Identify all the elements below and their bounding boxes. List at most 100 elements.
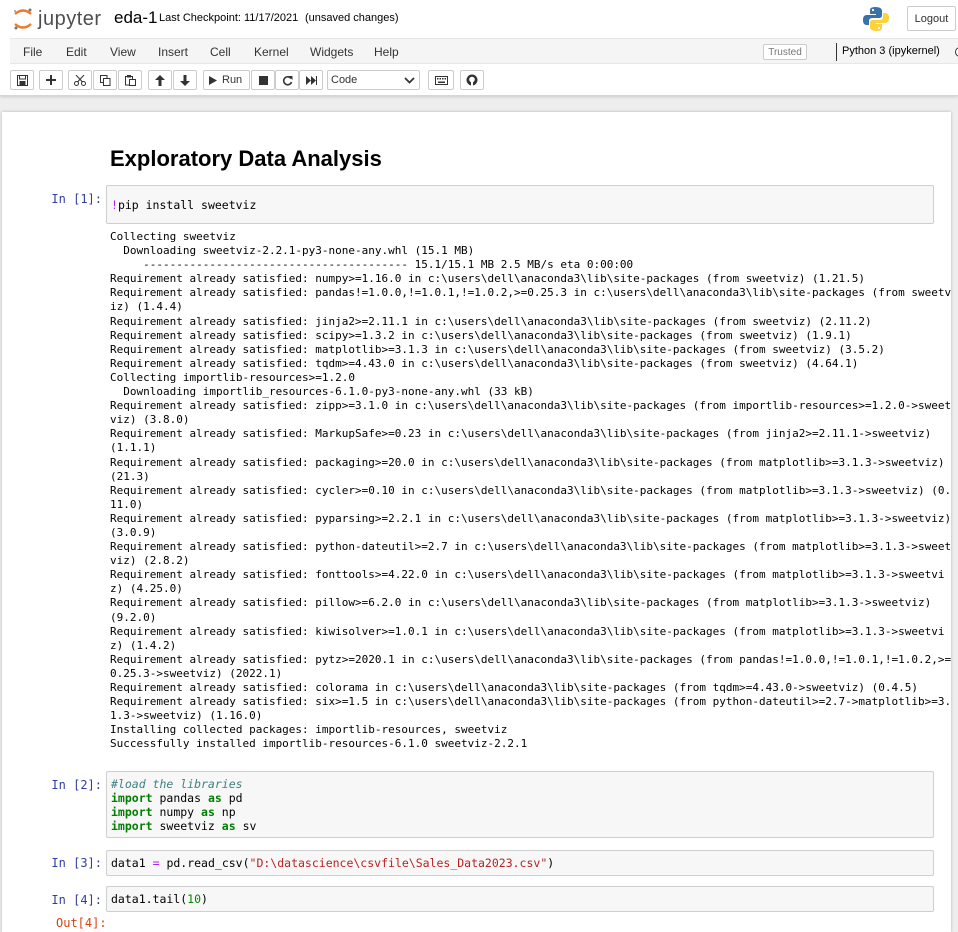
menu-file[interactable]: File (23, 45, 42, 59)
keyboard-icon (434, 75, 448, 85)
menu-widgets[interactable]: Widgets (310, 45, 353, 59)
output-line: Requirement already satisfied: pytz>=202… (110, 652, 952, 666)
cut-button[interactable] (68, 70, 92, 90)
menubar: File Edit View Insert Cell Kernel Widget… (10, 38, 958, 64)
insert-cell-button[interactable] (39, 70, 63, 90)
code-cell-3[interactable]: data1 = pd.read_csv("D:\datascience\csvf… (106, 850, 934, 876)
output-line: Requirement already satisfied: packaging… (110, 455, 945, 469)
output-line: 11.0) (110, 497, 144, 511)
code-cell-2[interactable]: #load the libraries import pandas as pd … (106, 771, 934, 838)
code-cell-4[interactable]: data1.tail(10) (106, 886, 934, 912)
notebook-container: Exploratory Data Analysis In [1]: !pip i… (0, 110, 958, 932)
move-down-button[interactable] (173, 70, 197, 90)
output-line: Collecting sweetviz (110, 230, 236, 243)
interrupt-button[interactable] (251, 70, 275, 90)
jupyter-wordmark: jupyter (38, 7, 102, 30)
output-line: Requirement already satisfied: fonttools… (110, 568, 945, 582)
output-line: Requirement already satisfied: scipy>=1.… (110, 328, 852, 342)
run-button[interactable]: Run (203, 70, 250, 90)
run-label: Run (222, 74, 243, 86)
restart-button[interactable] (275, 70, 299, 90)
output-line: Requirement already satisfied: six>=1.5 … (110, 695, 952, 709)
cell-type-value: Code (331, 74, 358, 86)
input-prompt-4: In [4]: (51, 893, 102, 907)
output-prompt-4: Out[4]: (56, 916, 107, 930)
logout-button[interactable]: Logout (907, 6, 956, 31)
output-line: Requirement already satisfied: cycler>=0… (110, 483, 952, 497)
code-line-import-sweetviz: import sweetviz as sv (111, 819, 257, 833)
menu-cell[interactable]: Cell (210, 45, 231, 59)
output-line: Requirement already satisfied: MarkupSaf… (110, 427, 932, 441)
output-line: Requirement already satisfied: numpy>=1.… (110, 272, 865, 286)
output-line: Requirement already satisfied: pillow>=6… (110, 596, 932, 610)
output-line: Installing collected packages: importlib… (110, 723, 508, 737)
jupyter-logo[interactable]: jupyter (12, 6, 102, 32)
menu-edit[interactable]: Edit (66, 45, 87, 59)
trusted-indicator[interactable]: Trusted (763, 44, 807, 60)
menu-insert[interactable]: Insert (158, 45, 188, 59)
code-string: "D:\datascience\csvfile\Sales_Data2023.c… (249, 856, 548, 870)
code-line-comment: #load the libraries (111, 777, 243, 791)
save-icon (16, 74, 28, 86)
notebook-name[interactable]: eda-1 (114, 8, 157, 28)
chevron-down-icon (404, 77, 415, 84)
code-assign: = (152, 856, 160, 870)
code-line-import-pandas: import pandas as pd (111, 791, 243, 805)
kernel-name[interactable]: Python 3 (ipykernel) (842, 45, 940, 57)
output-line: Requirement already satisfied: jinja2>=2… (110, 314, 872, 328)
save-button[interactable] (10, 70, 34, 90)
plus-icon (46, 75, 56, 85)
output-line: ----------------------------------------… (110, 258, 634, 272)
github-icon (466, 74, 478, 86)
markdown-heading[interactable]: Exploratory Data Analysis (110, 146, 382, 172)
copy-button[interactable] (93, 70, 117, 90)
move-up-button[interactable] (148, 70, 172, 90)
output-line: viz) (2.8.2) (110, 554, 190, 568)
output-line: (3.0.9) (110, 525, 157, 539)
input-prompt-1: In [1]: (51, 192, 102, 206)
shell-bang: ! (111, 198, 118, 212)
output-line: Successfully installed importlib-resourc… (110, 737, 528, 751)
output-line: Requirement already satisfied: tqdm>=4.4… (110, 356, 859, 370)
kernel-separator (836, 43, 837, 61)
stop-icon (258, 75, 268, 85)
python-logo-icon (862, 6, 890, 32)
output-line: Requirement already satisfied: zipp>=3.1… (110, 399, 952, 413)
output-area-1: Collecting sweetviz Downloading sweetviz… (110, 230, 952, 751)
code-line-import-numpy: import numpy as np (111, 805, 236, 819)
jupyter-logo-icon (14, 8, 32, 30)
arrow-down-icon (180, 74, 190, 86)
cell-type-select[interactable]: Code (327, 70, 420, 90)
output-line: Requirement already satisfied: colorama … (110, 681, 918, 694)
code-call: pd.read_csv( (166, 856, 250, 870)
github-button[interactable] (460, 70, 484, 90)
code-var: data1 (111, 856, 146, 870)
scissors-icon (74, 74, 86, 86)
notebook-header: jupyter eda-1 Last Checkpoint: 11/17/202… (0, 0, 958, 96)
menu-kernel[interactable]: Kernel (254, 45, 289, 59)
output-line: (9.2.0) (110, 610, 157, 624)
output-line: Requirement already satisfied: kiwisolve… (110, 624, 945, 638)
input-prompt-2: In [2]: (51, 778, 102, 792)
menu-help[interactable]: Help (374, 45, 399, 59)
toolbar: Run Code (0, 66, 958, 94)
paste-button[interactable] (118, 70, 142, 90)
output-line: 1.3->sweetviz) (1.16.0) (110, 709, 263, 723)
restart-run-all-button[interactable] (299, 70, 323, 90)
code-cell-1[interactable]: !pip install sweetviz (106, 185, 934, 224)
output-line: Requirement already satisfied: python-da… (110, 540, 952, 554)
play-icon (209, 75, 217, 85)
checkpoint-date: 11/17/2021 (244, 12, 299, 24)
paste-icon (124, 74, 136, 86)
command-palette-button[interactable] (428, 70, 454, 90)
input-prompt-3: In [3]: (51, 856, 102, 870)
output-line: Requirement already satisfied: matplotli… (110, 342, 885, 356)
output-line: iz) (1.4.4) (110, 300, 183, 314)
output-line: Requirement already satisfied: pandas!=1… (110, 286, 952, 300)
output-line: z) (1.4.2) (110, 638, 177, 652)
output-line: Collecting importlib-resources>=1.2.0 (110, 370, 356, 384)
code-close: ) (201, 892, 208, 906)
menu-view[interactable]: View (110, 45, 136, 59)
code-number: 10 (187, 892, 202, 906)
output-line: (21.3) (110, 469, 150, 483)
